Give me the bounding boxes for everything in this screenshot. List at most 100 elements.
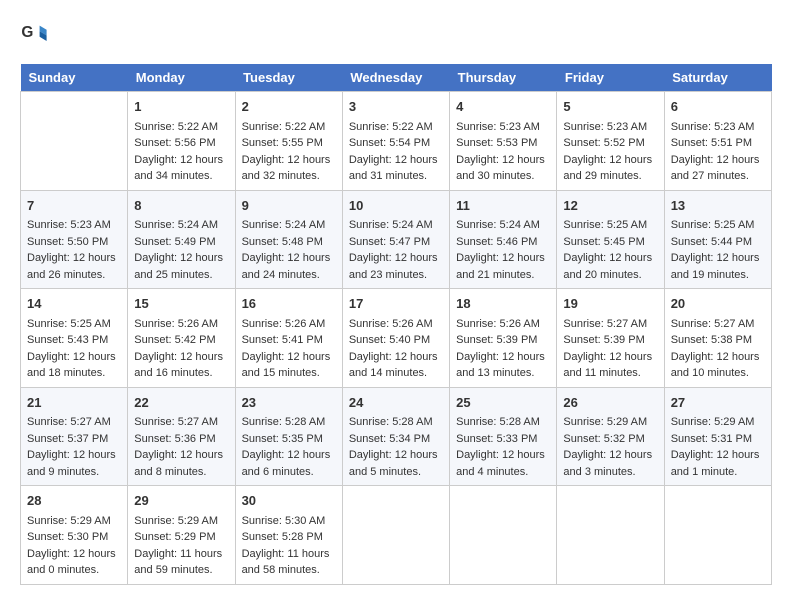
day-cell: 12Sunrise: 5:25 AMSunset: 5:45 PMDayligh…: [557, 190, 664, 289]
day-number: 5: [563, 97, 657, 117]
week-row-1: 7Sunrise: 5:23 AMSunset: 5:50 PMDaylight…: [21, 190, 772, 289]
sunset: Sunset: 5:50 PM: [27, 236, 108, 248]
day-number: 17: [349, 294, 443, 314]
day-number: 2: [242, 97, 336, 117]
day-cell: 29Sunrise: 5:29 AMSunset: 5:29 PMDayligh…: [128, 486, 235, 585]
header-cell-sunday: Sunday: [21, 64, 128, 92]
day-cell: 11 Sunrise: 5:24 AM Sunset: 5:46 PM Dayligh…: [450, 190, 557, 289]
day-number: 22: [134, 393, 228, 413]
day-cell: 6Sunrise: 5:23 AMSunset: 5:51 PMDaylight…: [664, 92, 771, 191]
day-cell: 13Sunrise: 5:25 AMSunset: 5:44 PMDayligh…: [664, 190, 771, 289]
daylight: Daylight: 12 hours and 0 minutes.: [27, 548, 116, 577]
daylight: Daylight: 12 hours and 19 minutes.: [671, 252, 760, 281]
sunrise: Sunrise: 5:24 AM: [242, 219, 326, 231]
day-cell: [342, 486, 449, 585]
sunset: Sunset: 5:36 PM: [134, 433, 215, 445]
daylight: Daylight: 12 hours and 31 minutes.: [349, 154, 438, 183]
day-number: 29: [134, 491, 228, 511]
sunrise: Sunrise: 5:23 AM: [456, 121, 540, 133]
sunset: Sunset: 5:47 PM: [349, 236, 430, 248]
day-number: 27: [671, 393, 765, 413]
day-cell: 14 Sunrise: 5:25 AM Sunset: 5:43 PM Dayligh…: [21, 289, 128, 388]
logo: G: [20, 20, 52, 48]
sunset: Sunset: 5:52 PM: [563, 137, 644, 149]
day-number: 28: [27, 491, 121, 511]
calendar-body: 1Sunrise: 5:22 AMSunset: 5:56 PMDaylight…: [21, 92, 772, 585]
header-cell-friday: Friday: [557, 64, 664, 92]
day-cell: 25Sunrise: 5:28 AMSunset: 5:33 PMDayligh…: [450, 387, 557, 486]
sunset: Sunset: 5:44 PM: [671, 236, 752, 248]
sunset: Sunset: 5:34 PM: [349, 433, 430, 445]
page-header: G: [20, 20, 772, 48]
sunset: Sunset: 5:38 PM: [671, 334, 752, 346]
calendar-header: SundayMondayTuesdayWednesdayThursdayFrid…: [21, 64, 772, 92]
sunrise: Sunrise: 5:28 AM: [242, 416, 326, 428]
daylight: Daylight: 12 hours and 9 minutes.: [27, 449, 116, 478]
sunset: Sunset: 5:30 PM: [27, 531, 108, 543]
sunrise: Sunrise: 5:25 AM: [27, 318, 111, 330]
sunset: Sunset: 5:53 PM: [456, 137, 537, 149]
sunset: Sunset: 5:35 PM: [242, 433, 323, 445]
day-number: 4: [456, 97, 550, 117]
day-cell: 8Sunrise: 5:24 AMSunset: 5:49 PMDaylight…: [128, 190, 235, 289]
sunrise: Sunrise: 5:23 AM: [671, 121, 755, 133]
sunset: Sunset: 5:39 PM: [563, 334, 644, 346]
week-row-0: 1Sunrise: 5:22 AMSunset: 5:56 PMDaylight…: [21, 92, 772, 191]
daylight: Daylight: 12 hours and 21 minutes.: [456, 252, 545, 281]
sunset: Sunset: 5:29 PM: [134, 531, 215, 543]
daylight: Daylight: 12 hours and 18 minutes.: [27, 351, 116, 380]
logo-icon: G: [20, 20, 48, 48]
day-cell: 17Sunrise: 5:26 AMSunset: 5:40 PMDayligh…: [342, 289, 449, 388]
daylight: Daylight: 12 hours and 14 minutes.: [349, 351, 438, 380]
sunset: Sunset: 5:43 PM: [27, 334, 108, 346]
day-cell: 2Sunrise: 5:22 AMSunset: 5:55 PMDaylight…: [235, 92, 342, 191]
day-cell: 24Sunrise: 5:28 AMSunset: 5:34 PMDayligh…: [342, 387, 449, 486]
daylight: Daylight: 11 hours and 59 minutes.: [134, 548, 222, 577]
sunrise: Sunrise: 5:26 AM: [349, 318, 433, 330]
day-cell: 21Sunrise: 5:27 AMSunset: 5:37 PMDayligh…: [21, 387, 128, 486]
sunset: Sunset: 5:46 PM: [456, 236, 537, 248]
day-cell: 5Sunrise: 5:23 AMSunset: 5:52 PMDaylight…: [557, 92, 664, 191]
day-number: 14: [27, 294, 121, 314]
sunset: Sunset: 5:45 PM: [563, 236, 644, 248]
day-cell: 20Sunrise: 5:27 AMSunset: 5:38 PMDayligh…: [664, 289, 771, 388]
svg-text:G: G: [21, 24, 33, 41]
day-number: 18: [456, 294, 550, 314]
header-cell-thursday: Thursday: [450, 64, 557, 92]
day-number: 24: [349, 393, 443, 413]
day-number: 15: [134, 294, 228, 314]
day-cell: 3Sunrise: 5:22 AMSunset: 5:54 PMDaylight…: [342, 92, 449, 191]
day-number: 11: [456, 196, 550, 216]
header-cell-wednesday: Wednesday: [342, 64, 449, 92]
sunrise: Sunrise: 5:29 AM: [27, 515, 111, 527]
sunset: Sunset: 5:48 PM: [242, 236, 323, 248]
day-cell: 15Sunrise: 5:26 AMSunset: 5:42 PMDayligh…: [128, 289, 235, 388]
day-cell: 18Sunrise: 5:26 AMSunset: 5:39 PMDayligh…: [450, 289, 557, 388]
day-cell: 27Sunrise: 5:29 AMSunset: 5:31 PMDayligh…: [664, 387, 771, 486]
daylight: Daylight: 12 hours and 10 minutes.: [671, 351, 760, 380]
week-row-2: 14 Sunrise: 5:25 AM Sunset: 5:43 PM Dayligh…: [21, 289, 772, 388]
sunrise: Sunrise: 5:22 AM: [134, 121, 218, 133]
day-cell: 9Sunrise: 5:24 AMSunset: 5:48 PMDaylight…: [235, 190, 342, 289]
day-number: 10: [349, 196, 443, 216]
sunrise: Sunrise: 5:24 AM: [456, 219, 540, 231]
sunset: Sunset: 5:54 PM: [349, 137, 430, 149]
sunrise: Sunrise: 5:27 AM: [563, 318, 647, 330]
day-cell: 4Sunrise: 5:23 AMSunset: 5:53 PMDaylight…: [450, 92, 557, 191]
daylight: Daylight: 11 hours and 58 minutes.: [242, 548, 330, 577]
day-cell: 23Sunrise: 5:28 AMSunset: 5:35 PMDayligh…: [235, 387, 342, 486]
daylight: Daylight: 12 hours and 27 minutes.: [671, 154, 760, 183]
sunset: Sunset: 5:31 PM: [671, 433, 752, 445]
sunset: Sunset: 5:32 PM: [563, 433, 644, 445]
day-cell: 16Sunrise: 5:26 AMSunset: 5:41 PMDayligh…: [235, 289, 342, 388]
sunset: Sunset: 5:49 PM: [134, 236, 215, 248]
sunrise: Sunrise: 5:26 AM: [456, 318, 540, 330]
sunset: Sunset: 5:39 PM: [456, 334, 537, 346]
sunrise: Sunrise: 5:27 AM: [134, 416, 218, 428]
sunset: Sunset: 5:28 PM: [242, 531, 323, 543]
sunrise: Sunrise: 5:27 AM: [671, 318, 755, 330]
day-cell: 22Sunrise: 5:27 AMSunset: 5:36 PMDayligh…: [128, 387, 235, 486]
sunrise: Sunrise: 5:30 AM: [242, 515, 326, 527]
day-number: 25: [456, 393, 550, 413]
daylight: Daylight: 12 hours and 26 minutes.: [27, 252, 116, 281]
